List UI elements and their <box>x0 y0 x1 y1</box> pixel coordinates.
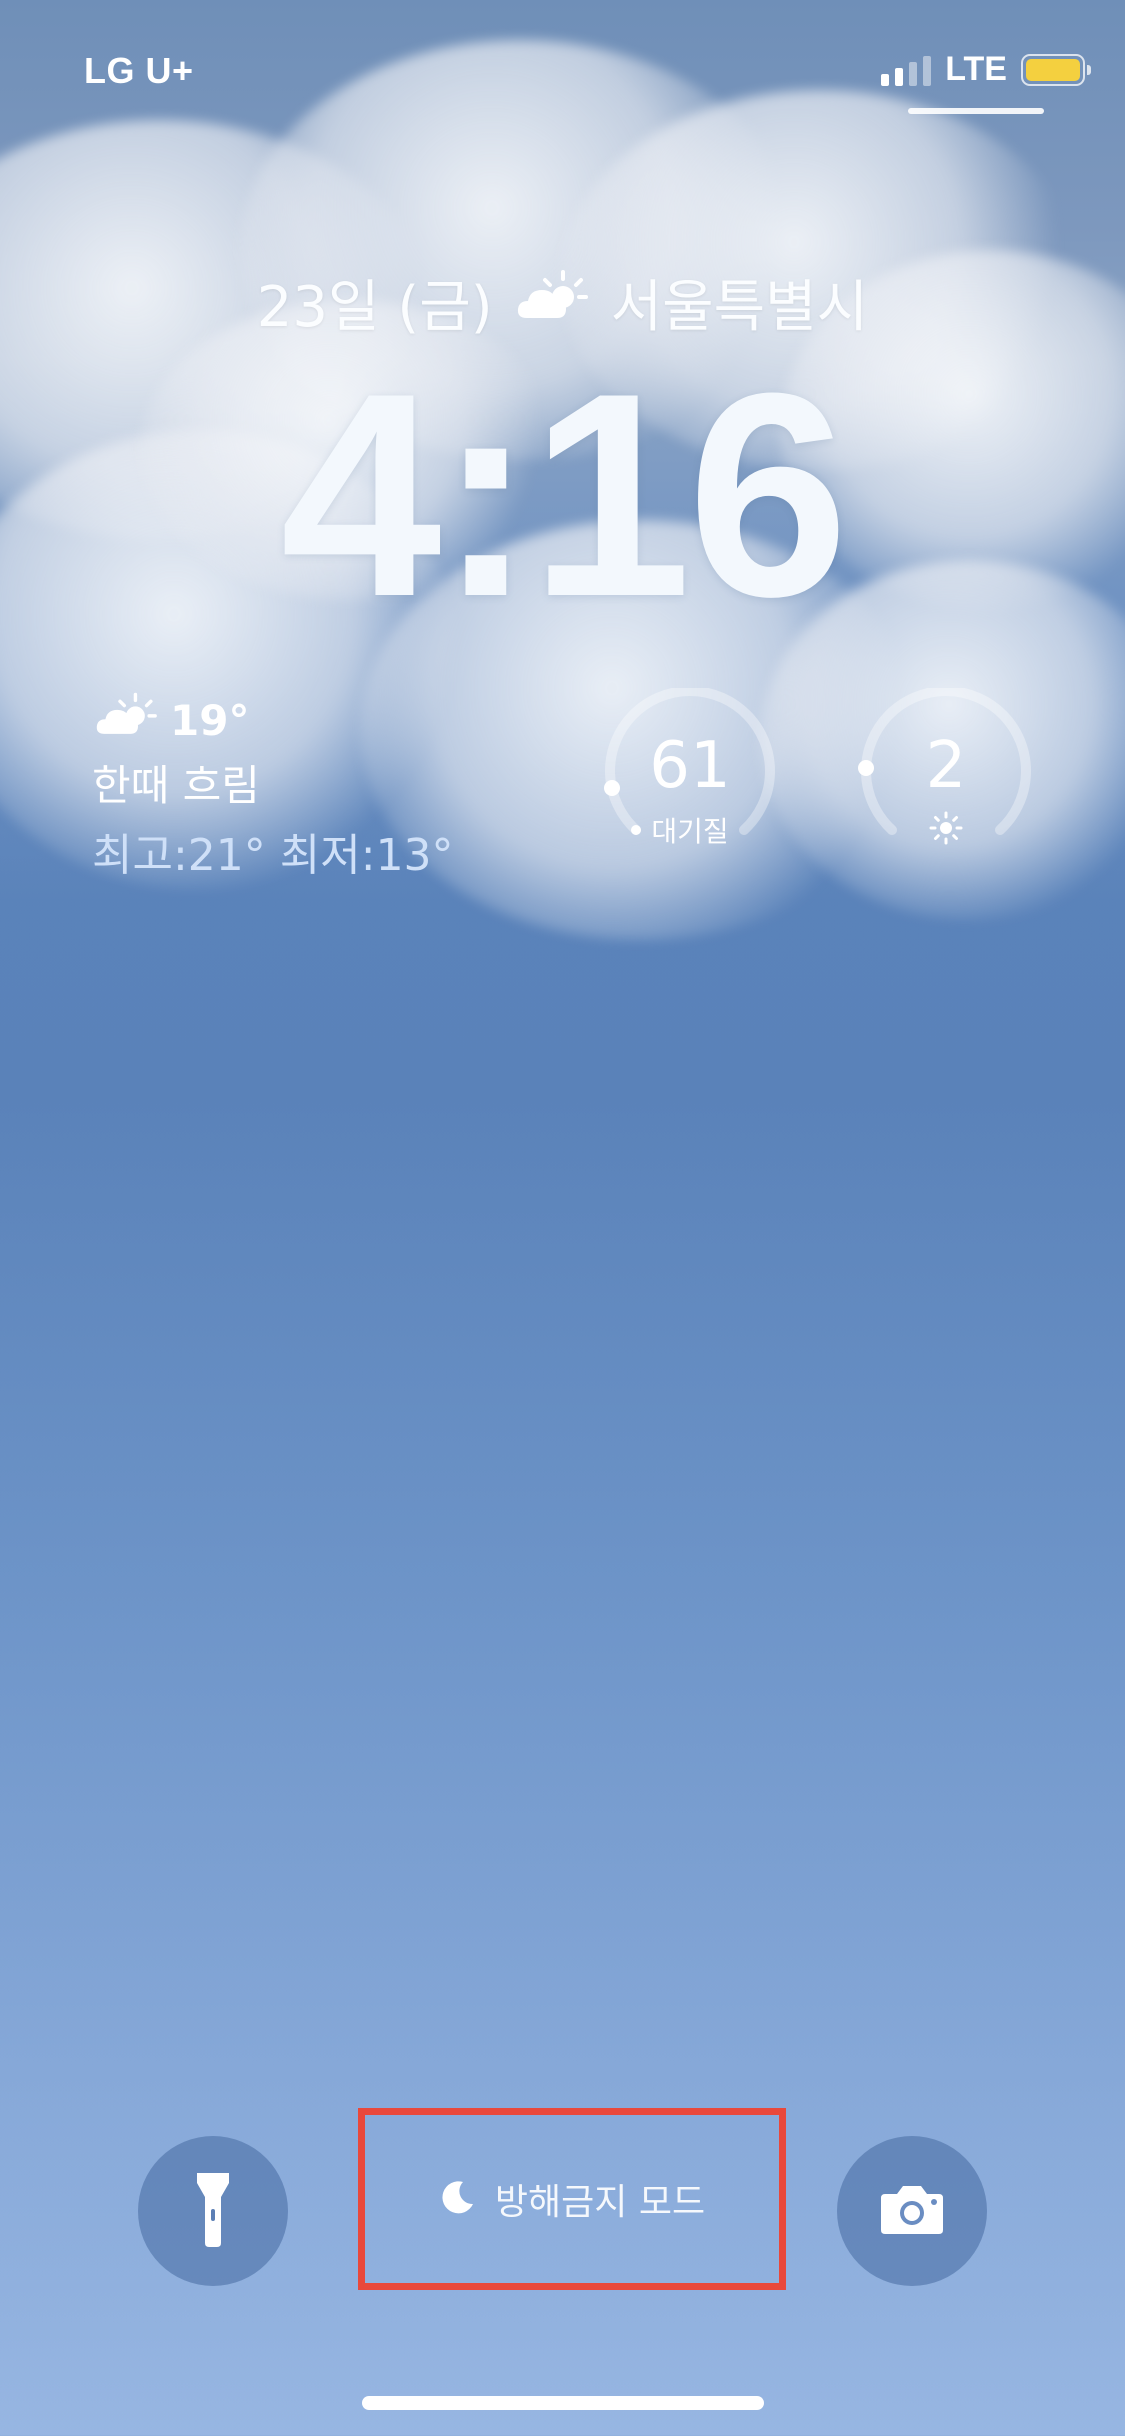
uv-index-value: 2 <box>925 729 967 803</box>
do-not-disturb-button[interactable]: 방해금지 모드 <box>358 2108 786 2290</box>
uv-index-gauge[interactable]: 2 <box>858 685 1034 864</box>
weather-condition: 한때 흐림 <box>92 761 260 810</box>
date-weather-line[interactable]: 23일 (금) 서울특별시 <box>0 262 1125 343</box>
weather-widget[interactable]: 19° 한때 흐림 최고:21° 최저:13° <box>92 690 512 883</box>
weather-current: 19° <box>92 690 512 750</box>
notification-center-handle[interactable] <box>908 108 1044 114</box>
high-low-temps: 최고:21° 최저:13° <box>92 819 512 883</box>
status-bar: LG U+ LTE <box>0 0 1125 140</box>
partly-cloudy-icon <box>515 268 589 338</box>
partly-cloudy-icon <box>92 691 160 749</box>
flashlight-icon <box>193 2169 233 2253</box>
cellular-signal-icon <box>881 54 932 86</box>
camera-icon <box>877 2182 947 2240</box>
air-quality-gauge[interactable]: 61 대기질 <box>602 685 778 864</box>
status-indicators: LTE <box>881 50 1091 89</box>
moon-icon <box>439 2178 477 2220</box>
battery-level <box>1026 58 1080 81</box>
carrier-name: LG U+ <box>84 50 194 91</box>
high-temperature: 최고:21° <box>92 830 266 881</box>
sun-icon <box>928 810 964 850</box>
camera-button[interactable] <box>837 2136 987 2286</box>
current-temperature: 19° <box>170 695 250 745</box>
network-type: LTE <box>945 50 1007 88</box>
flashlight-button[interactable] <box>138 2136 288 2286</box>
air-quality-label: 대기질 <box>651 815 729 848</box>
battery-icon <box>1021 53 1091 86</box>
focus-mode-label: 방해금지 모드 <box>494 2182 706 2223</box>
low-temperature: 최저:13° <box>279 830 454 881</box>
location-label: 서울특별시 <box>610 275 869 340</box>
date-label: 23일 (금) <box>256 275 493 340</box>
clock-time[interactable]: 4:16 <box>0 350 1125 640</box>
air-quality-value: 61 <box>649 729 731 803</box>
home-indicator[interactable] <box>362 2396 764 2410</box>
